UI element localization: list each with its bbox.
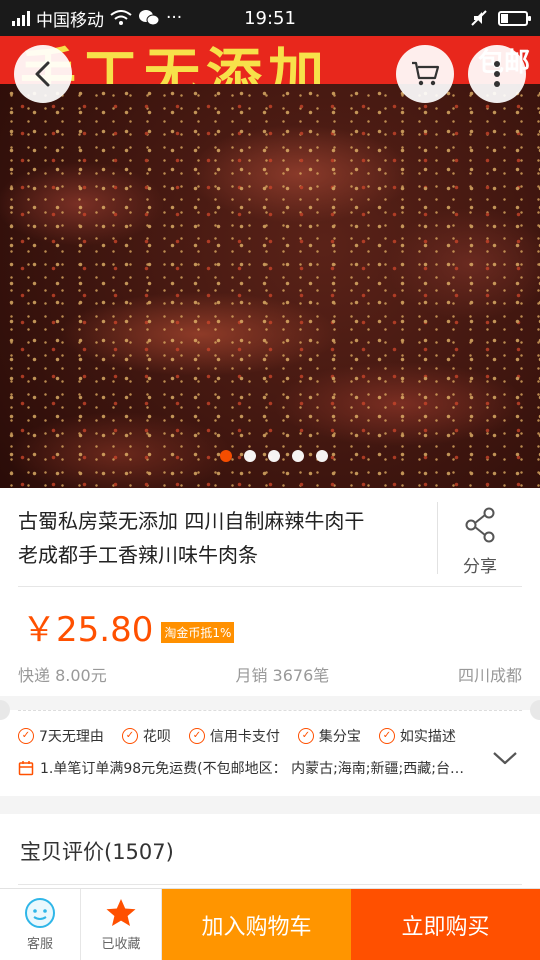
calendar-icon (18, 761, 34, 776)
signal-icon (12, 10, 30, 26)
product-title: 古蜀私房菜无添加 四川自制麻辣牛肉干 老成都手工香辣川味牛肉条 (18, 504, 430, 572)
carousel-indicators (0, 450, 540, 462)
carousel-dot[interactable] (244, 450, 256, 462)
carousel-dot[interactable] (220, 450, 232, 462)
chevron-left-icon (35, 61, 50, 87)
carrier-name: 中国移动 (36, 10, 104, 31)
cart-icon (412, 61, 440, 86)
battery-icon (498, 10, 531, 26)
back-button[interactable] (14, 45, 72, 103)
shipping-fee: 快递 8.00元 (18, 666, 107, 685)
more-notifications: ··· (166, 8, 183, 28)
favorite-button[interactable]: 已收藏 (81, 889, 162, 960)
service-item: ✓ 信用卡支付 (188, 726, 280, 746)
coin-badge: 淘金币抵1% (161, 622, 235, 643)
price: ￥25.80 (22, 610, 154, 650)
monthly-sales: 月销 3676笔 (235, 666, 330, 685)
favorite-label: 已收藏 (101, 937, 141, 952)
meta-row: 快递 8.00元 月销 3676笔 四川成都 (18, 662, 522, 686)
check-icon: ✓ (188, 728, 205, 744)
carousel-dot[interactable] (316, 450, 328, 462)
shipping-promo: 1.单笔订单满98元免运费(不包邮地区： 内蒙古;海南;新疆;西藏;台… (18, 758, 480, 778)
cart-button[interactable] (396, 45, 454, 103)
check-icon: ✓ (378, 728, 395, 744)
wifi-icon (110, 10, 132, 25)
share-label: 分享 (463, 557, 497, 577)
share-button[interactable]: 分享 (450, 506, 510, 577)
customer-service-icon (25, 898, 55, 928)
carousel-dot[interactable] (268, 450, 280, 462)
check-icon: ✓ (297, 728, 314, 744)
status-bar: 中国移动 ··· 19:51 (0, 0, 540, 36)
more-vertical-icon (494, 61, 500, 87)
product-info: 古蜀私房菜无添加 四川自制麻辣牛肉干 老成都手工香辣川味牛肉条 分享 ￥25.8… (0, 488, 540, 696)
wechat-icon (139, 10, 160, 26)
check-icon: ✓ (121, 728, 138, 744)
add-to-cart-button[interactable]: 加入购物车 (162, 889, 351, 960)
buy-now-button[interactable]: 立即购买 (351, 889, 540, 960)
location: 四川成都 (457, 666, 522, 685)
reviews-section[interactable]: 宝贝评价(1507) (0, 814, 540, 888)
customer-service-button[interactable]: 客服 (0, 889, 81, 960)
product-image-carousel[interactable]: 手工无添加 包邮 (0, 36, 540, 488)
image-banner: 手工无添加 包邮 (0, 36, 540, 108)
service-item: ✓ 如实描述 (378, 726, 456, 746)
mute-icon (471, 10, 487, 26)
service-item: ✓ 花呗 (121, 726, 171, 746)
service-item: ✓ 集分宝 (297, 726, 361, 746)
star-icon (106, 899, 136, 926)
chevron-down-icon[interactable] (492, 750, 518, 766)
shipping-promo-text: 1.单笔订单满98元免运费(不包邮地区： 内蒙古;海南;新疆;西藏;台… (40, 761, 464, 777)
service-item: ✓ 7天无理由 (18, 726, 104, 746)
product-title-line2: 老成都手工香辣川味牛肉条 (18, 543, 258, 567)
share-icon (465, 507, 495, 543)
price-row: ￥25.80 淘金币抵1% (22, 602, 235, 651)
bottom-action-bar: 客服 已收藏 加入购物车 立即购买 (0, 888, 540, 960)
reviews-title: 宝贝评价(1507) (20, 840, 174, 864)
carousel-dot[interactable] (292, 450, 304, 462)
customer-service-label: 客服 (26, 937, 53, 952)
product-title-line1: 古蜀私房菜无添加 四川自制麻辣牛肉干 (18, 509, 365, 533)
service-guarantees[interactable]: ✓ 7天无理由 ✓ 花呗 ✓ 信用卡支付 ✓ 集分宝 ✓ 如实描述 1.单笔订单满98元免… (0, 710, 540, 796)
check-icon: ✓ (18, 728, 34, 744)
more-button[interactable] (468, 45, 526, 103)
